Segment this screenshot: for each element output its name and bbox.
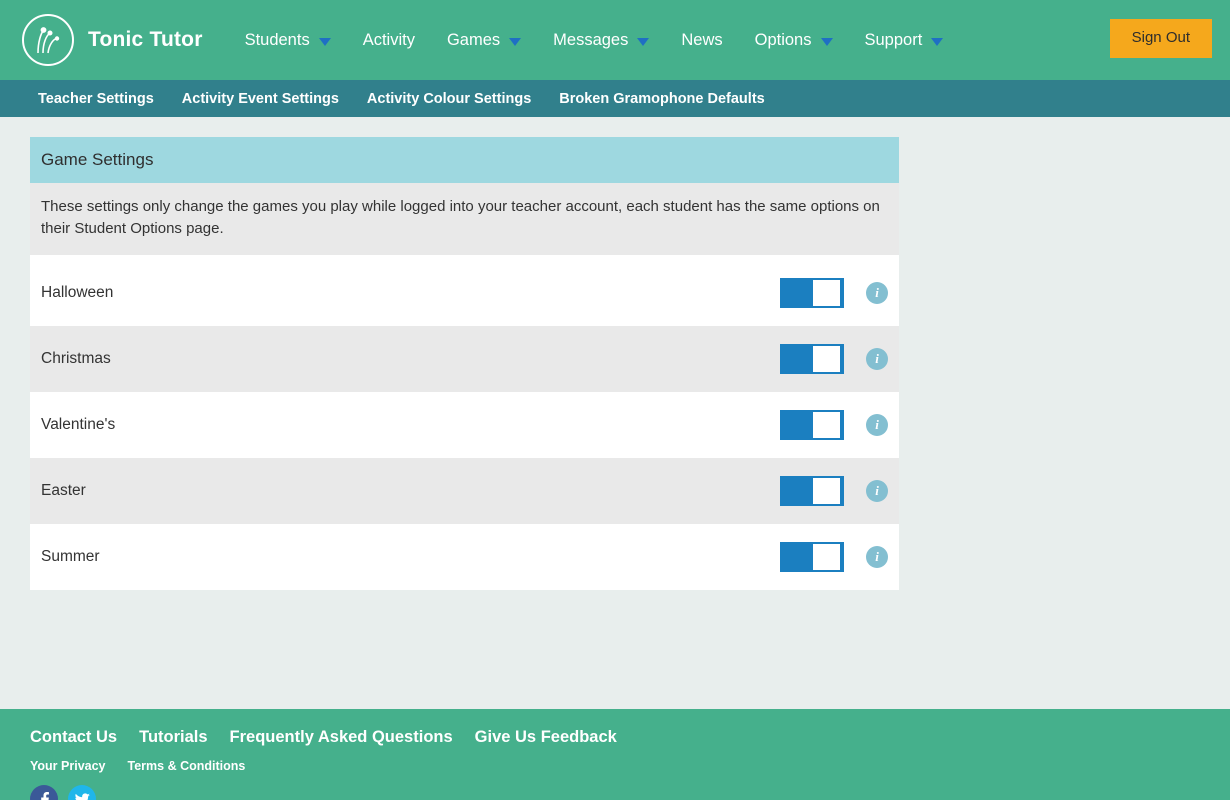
nav-label: Options xyxy=(755,31,812,50)
page-footer: Contact Us Tutorials Frequently Asked Qu… xyxy=(0,709,1230,800)
nav-item-students[interactable]: Students xyxy=(229,0,347,80)
info-icon[interactable]: i xyxy=(866,348,888,370)
nav-item-activity[interactable]: Activity xyxy=(347,0,431,80)
tonic-tutor-circle-logo-icon xyxy=(22,14,74,66)
sign-out-button[interactable]: Sign Out xyxy=(1110,19,1212,58)
toggle-knob xyxy=(813,478,840,504)
nav-item-support[interactable]: Support xyxy=(849,0,960,80)
setting-row-christmas: Christmas i xyxy=(30,326,899,392)
subnav-item-teacher-settings[interactable]: Teacher Settings xyxy=(24,91,168,107)
nav-label: Games xyxy=(447,31,500,50)
top-navigation-bar: Tonic Tutor Students Activity Games Mess… xyxy=(0,0,1230,80)
footer-secondary-links: Your Privacy Terms & Conditions xyxy=(30,759,1230,773)
footer-link-contact-us[interactable]: Contact Us xyxy=(30,728,117,747)
panel-description: These settings only change the games you… xyxy=(30,183,899,255)
settings-row-list: Halloween i Christmas i Valentine's i xyxy=(30,260,899,590)
toggle-knob xyxy=(813,346,840,372)
subnav-item-broken-gramophone-defaults[interactable]: Broken Gramophone Defaults xyxy=(545,91,778,107)
nav-label: Support xyxy=(865,31,923,50)
info-icon[interactable]: i xyxy=(866,480,888,502)
setting-row-summer: Summer i xyxy=(30,524,899,590)
primary-nav-list: Students Activity Games Messages News Op… xyxy=(229,0,960,80)
footer-link-faq[interactable]: Frequently Asked Questions xyxy=(230,728,453,747)
chevron-down-icon xyxy=(509,38,521,46)
setting-label: Halloween xyxy=(41,284,780,302)
sub-navigation-bar: Teacher Settings Activity Event Settings… xyxy=(0,80,1230,117)
panel-header: Game Settings xyxy=(30,137,899,183)
nav-item-options[interactable]: Options xyxy=(739,0,849,80)
social-links xyxy=(30,785,1230,800)
nav-label: Messages xyxy=(553,31,628,50)
info-icon[interactable]: i xyxy=(866,414,888,436)
chevron-down-icon xyxy=(637,38,649,46)
nav-item-news[interactable]: News xyxy=(665,0,738,80)
footer-link-your-privacy[interactable]: Your Privacy xyxy=(30,759,106,773)
toggle-halloween[interactable] xyxy=(780,278,844,308)
setting-row-halloween: Halloween i xyxy=(30,260,899,326)
footer-primary-links: Contact Us Tutorials Frequently Asked Qu… xyxy=(30,728,1230,747)
subnav-item-activity-colour-settings[interactable]: Activity Colour Settings xyxy=(353,91,545,107)
toggle-summer[interactable] xyxy=(780,542,844,572)
footer-link-tutorials[interactable]: Tutorials xyxy=(139,728,207,747)
brand-title: Tonic Tutor xyxy=(88,28,203,52)
nav-label: Students xyxy=(245,31,310,50)
toggle-christmas[interactable] xyxy=(780,344,844,374)
toggle-knob xyxy=(813,412,840,438)
info-icon[interactable]: i xyxy=(866,282,888,304)
info-icon[interactable]: i xyxy=(866,546,888,568)
twitter-icon[interactable] xyxy=(68,785,96,800)
toggle-knob xyxy=(813,544,840,570)
setting-label: Summer xyxy=(41,548,780,566)
chevron-down-icon xyxy=(821,38,833,46)
footer-link-terms-conditions[interactable]: Terms & Conditions xyxy=(128,759,246,773)
facebook-icon[interactable] xyxy=(30,785,58,800)
page-title: Game Settings xyxy=(41,150,153,170)
subnav-item-activity-event-settings[interactable]: Activity Event Settings xyxy=(168,91,353,107)
setting-label: Christmas xyxy=(41,350,780,368)
toggle-knob xyxy=(813,280,840,306)
nav-item-games[interactable]: Games xyxy=(431,0,537,80)
setting-label: Valentine's xyxy=(41,416,780,434)
chevron-down-icon xyxy=(319,38,331,46)
nav-label: News xyxy=(681,31,722,50)
footer-link-give-us-feedback[interactable]: Give Us Feedback xyxy=(475,728,617,747)
game-settings-panel: Game Settings These settings only change… xyxy=(30,137,899,590)
nav-label: Activity xyxy=(363,31,415,50)
brand[interactable]: Tonic Tutor xyxy=(22,14,203,66)
toggle-valentines[interactable] xyxy=(780,410,844,440)
setting-row-easter: Easter i xyxy=(30,458,899,524)
nav-item-messages[interactable]: Messages xyxy=(537,0,665,80)
main-content: Game Settings These settings only change… xyxy=(0,117,1230,709)
setting-row-valentines: Valentine's i xyxy=(30,392,899,458)
setting-label: Easter xyxy=(41,482,780,500)
chevron-down-icon xyxy=(931,38,943,46)
toggle-easter[interactable] xyxy=(780,476,844,506)
